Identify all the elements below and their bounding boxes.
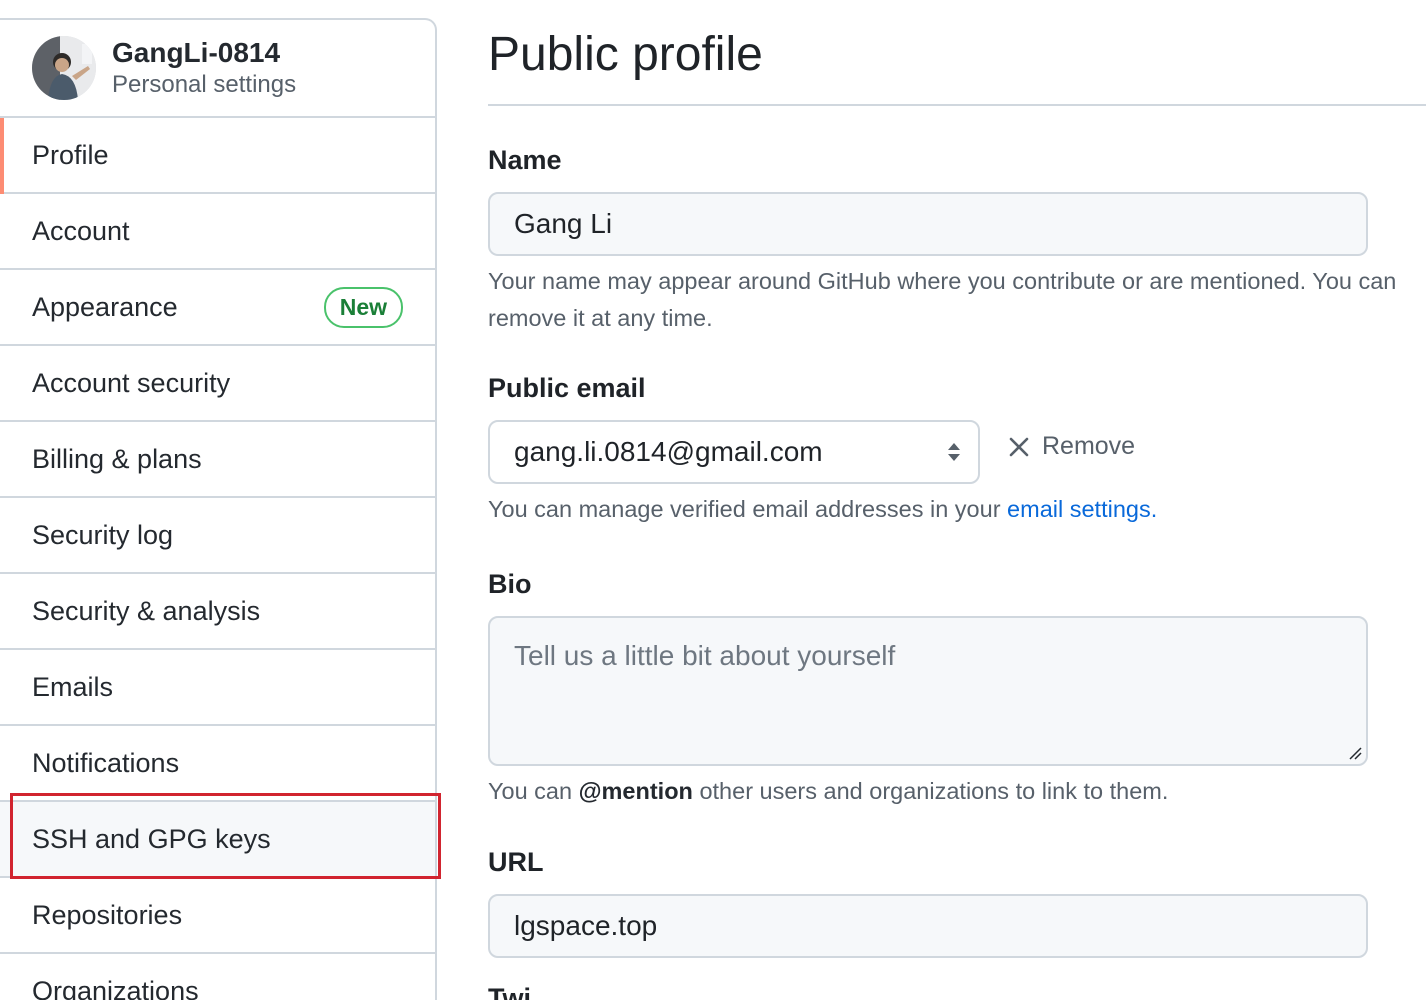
public-email-select[interactable]: gang.li.0814@gmail.com [488, 420, 980, 484]
sidebar-item-label: Organizations [32, 975, 199, 1000]
sidebar-item-account[interactable]: Account [0, 194, 435, 270]
sidebar-item-profile[interactable]: Profile [0, 118, 435, 194]
sidebar-item-billing-plans[interactable]: Billing & plans [0, 422, 435, 498]
url-input[interactable] [488, 894, 1368, 958]
email-hint-suffix: . [1150, 496, 1158, 522]
sidebar-item-label: Account security [32, 367, 231, 398]
sidebar-item-label: Billing & plans [32, 443, 202, 474]
sidebar-item-repositories[interactable]: Repositories [0, 878, 435, 954]
settings-sidebar: GangLi-0814 Personal settings Profile Ac… [0, 18, 437, 1000]
sidebar-user-header[interactable]: GangLi-0814 Personal settings [0, 20, 435, 118]
settings-page: GangLi-0814 Personal settings Profile Ac… [0, 0, 1426, 1000]
user-avatar[interactable] [32, 36, 96, 100]
name-hint: Your name may appear around GitHub where… [488, 268, 1397, 331]
public-email-label: Public email [488, 373, 646, 403]
bio-label: Bio [488, 569, 532, 599]
sidebar-item-security-analysis[interactable]: Security & analysis [0, 574, 435, 650]
sidebar-item-emails[interactable]: Emails [0, 650, 435, 726]
name-label: Name [488, 145, 562, 175]
sidebar-item-label: Appearance [32, 291, 178, 322]
page-title: Public profile [488, 28, 763, 81]
username[interactable]: GangLi-0814 [112, 36, 296, 70]
email-hint-text: You can manage verified email addresses … [488, 496, 1008, 522]
bio-textarea[interactable] [488, 616, 1368, 766]
sidebar-item-label: Security & analysis [32, 595, 261, 626]
email-settings-link[interactable]: email settings [1007, 496, 1151, 522]
avatar-image [32, 36, 96, 100]
bio-hint-prefix: You can [488, 778, 579, 804]
public-email-value: gang.li.0814@gmail.com [514, 436, 823, 467]
sidebar-item-account-security[interactable]: Account security [0, 346, 435, 422]
sidebar-item-label: Security log [32, 519, 174, 550]
name-input[interactable] [488, 192, 1368, 256]
sidebar-item-label: Notifications [32, 747, 180, 778]
public-email-hint: You can manage verified email addresses … [488, 491, 1426, 528]
mention-text: @mention [578, 778, 693, 804]
select-arrows-icon [948, 443, 960, 461]
sidebar-item-label: Repositories [32, 899, 183, 930]
twitter-label-partial: Twi [488, 983, 531, 1000]
bio-hint: You can @mention other users and organiz… [488, 773, 1426, 810]
sidebar-item-ssh-gpg-keys[interactable]: SSH and GPG keys [0, 802, 435, 878]
sidebar-item-organizations[interactable]: Organizations [0, 954, 435, 1000]
sidebar-item-label: Emails [32, 671, 114, 702]
sidebar-item-label: Account [32, 215, 130, 246]
sidebar-item-appearance[interactable]: Appearance New [0, 270, 435, 346]
title-divider [488, 104, 1426, 106]
bio-hint-suffix: other users and organizations to link to… [692, 778, 1169, 804]
public-profile-form: Public profile Name Your name may appear… [488, 0, 1426, 1000]
url-label: URL [488, 847, 544, 877]
resize-grip-icon[interactable] [1348, 746, 1362, 760]
sidebar-item-notifications[interactable]: Notifications [0, 726, 435, 802]
sidebar-item-label: SSH and GPG keys [32, 823, 271, 854]
remove-label: Remove [1042, 432, 1136, 460]
x-icon [1009, 437, 1029, 456]
sidebar-item-label: Profile [32, 139, 109, 170]
personal-settings-label: Personal settings [112, 71, 297, 98]
new-badge: New [323, 286, 403, 328]
sidebar-item-security-log[interactable]: Security log [0, 498, 435, 574]
remove-email-button[interactable]: Remove [1008, 432, 1135, 461]
